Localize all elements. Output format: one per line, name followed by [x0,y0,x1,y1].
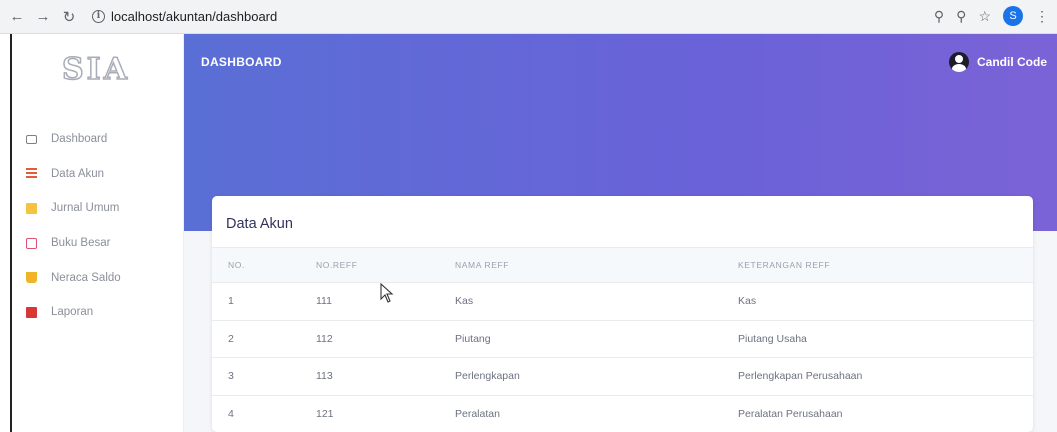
cell-keterangan-reff: Perlengkapan Perusahaan [738,357,1033,396]
cell-keterangan-reff: Peralatan Perusahaan [738,395,1033,432]
cell-no-reff: 112 [316,320,455,358]
main-content: DASHBOARD Candil Code Data Akun NO. NO.R… [184,34,1057,432]
column-header-keterangan-reff: KETERANGAN REFF [738,247,1033,283]
mouse-pointer-icon [380,283,394,303]
list-icon [26,168,37,180]
cell-keterangan-reff: Piutang Usaha [738,320,1033,358]
cell-no: 3 [212,357,316,396]
column-header-no: NO. [212,247,316,283]
column-header-nama-reff: NAMA REFF [455,247,738,283]
reload-icon[interactable]: ↻ [58,6,80,28]
sidebar: SIA Dashboard Data Akun Jurnal Umum Buku… [12,34,184,432]
back-arrow-icon[interactable]: ← [6,6,28,28]
cell-nama-reff: Peralatan [455,395,738,432]
more-menu-icon[interactable]: ⋮ [1035,8,1049,25]
address-bar[interactable]: i localhost/akuntan/dashboard [88,5,988,29]
browser-toolbar: ← → ↻ i localhost/akuntan/dashboard ⚲ ⚲ … [0,0,1057,34]
profile-avatar[interactable]: S [1003,6,1023,26]
data-akun-card: Data Akun NO. NO.REFF NAMA REFF KETERANG… [212,196,1033,432]
cell-nama-reff: Piutang [455,320,738,358]
sidebar-item-neraca-saldo[interactable]: Neraca Saldo [26,260,121,295]
url-text: localhost/akuntan/dashboard [111,9,278,24]
sidebar-item-label: Data Akun [51,167,105,180]
table-row: 3 113 Perlengkapan Perlengkapan Perusaha… [212,357,1033,396]
sidebar-item-buku-besar[interactable]: Buku Besar [26,226,121,261]
table-row: 2 112 Piutang Piutang Usaha [212,320,1033,358]
cell-nama-reff: Perlengkapan [455,357,738,396]
card-title: Data Akun [226,216,293,232]
key-icon[interactable]: ⚲ [934,8,944,25]
info-icon[interactable]: i [92,10,105,23]
star-icon[interactable]: ☆ [978,8,991,25]
column-header-no-reff: NO.REFF [316,247,455,283]
table-header-row: NO. NO.REFF NAMA REFF KETERANGAN REFF [212,247,1033,283]
cell-keterangan-reff: Kas [738,282,1033,321]
table-row: 4 121 Peralatan Peralatan Perusahaan [212,395,1033,432]
sidebar-item-label: Buku Besar [51,237,111,250]
sidebar-item-label: Dashboard [51,133,108,146]
sidebar-item-label: Laporan [51,306,94,319]
cell-no-reff: 113 [316,357,455,396]
cell-no-reff: 121 [316,395,455,432]
browser-actions: ⚲ ⚲ ☆ S ⋮ [934,6,1049,26]
journal-icon [26,202,37,214]
sidebar-item-dashboard[interactable]: Dashboard [26,122,121,157]
sidebar-item-laporan[interactable]: Laporan [26,295,121,330]
cell-nama-reff: Kas [455,282,738,321]
sidebar-menu: Dashboard Data Akun Jurnal Umum Buku Bes… [26,122,121,330]
cell-no: 2 [212,320,316,358]
cell-no: 4 [212,395,316,432]
accounts-table: NO. NO.REFF NAMA REFF KETERANGAN REFF 1 … [212,247,1033,432]
user-menu[interactable]: Candil Code [948,52,1047,72]
report-icon [26,306,37,318]
balance-icon [26,272,37,284]
app-window: SIA Dashboard Data Akun Jurnal Umum Buku… [10,34,1057,432]
user-avatar-icon [948,52,969,72]
sidebar-item-label: Jurnal Umum [51,202,120,215]
page-title: DASHBOARD [201,55,282,69]
ledger-icon [26,237,37,249]
zoom-icon[interactable]: ⚲ [956,8,966,25]
forward-arrow-icon[interactable]: → [32,6,54,28]
user-name: Candil Code [976,55,1047,69]
sidebar-item-label: Neraca Saldo [51,271,121,284]
monitor-icon [26,134,37,144]
table-row: 1 111 Kas Kas [212,282,1033,321]
sidebar-item-data-akun[interactable]: Data Akun [26,157,121,192]
cell-no: 1 [212,282,316,321]
app-logo[interactable]: SIA [61,51,130,88]
sidebar-item-jurnal-umum[interactable]: Jurnal Umum [26,191,121,226]
